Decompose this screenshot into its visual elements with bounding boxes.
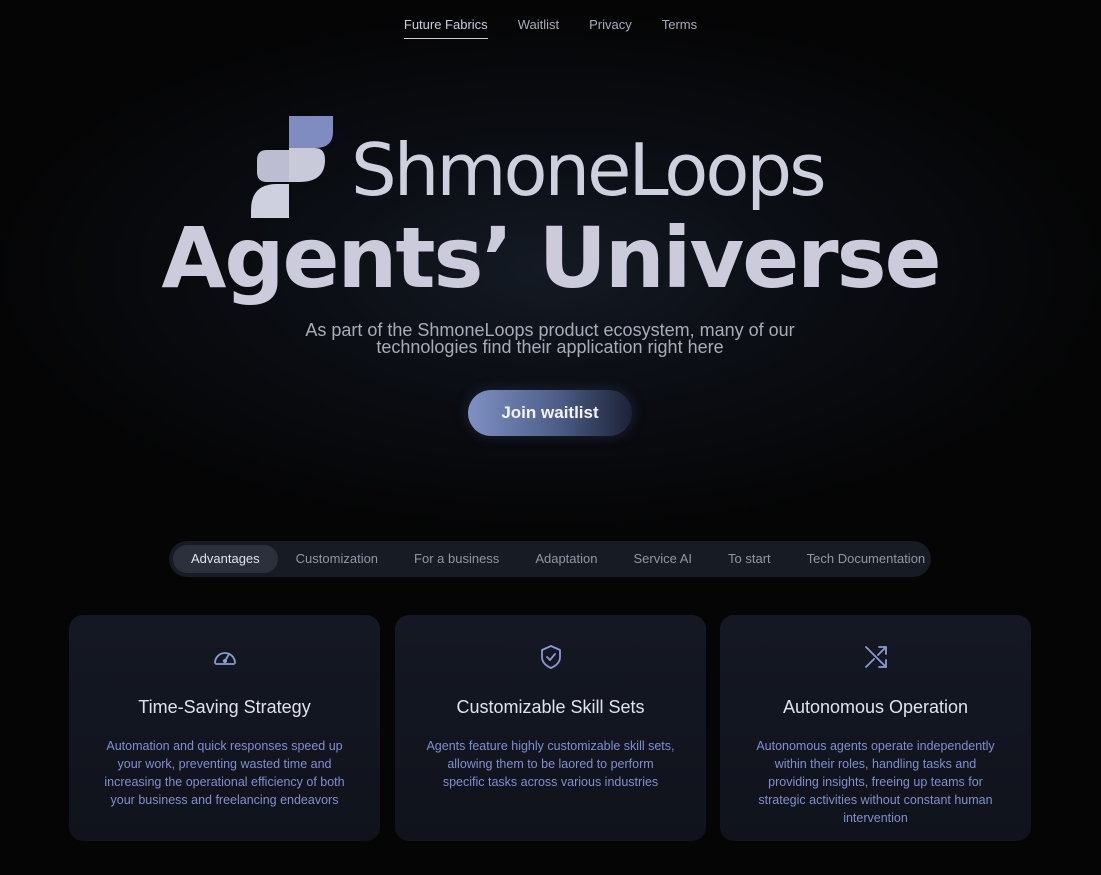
- speedometer-icon: [213, 652, 236, 665]
- join-waitlist-button[interactable]: Join waitlist: [468, 390, 632, 436]
- tab-service-ai[interactable]: Service AI: [615, 545, 710, 573]
- tab-advantages[interactable]: Advantages: [173, 545, 278, 573]
- card-description: Autonomous agents operate independently …: [756, 739, 995, 825]
- hero-title: Agents’ Universe: [161, 209, 941, 307]
- nav-link-future-fabrics[interactable]: Future Fabrics: [403, 17, 488, 39]
- feature-card-autonomous: Autonomous Operation Autonomous agents o…: [720, 615, 1031, 841]
- shuffle-icon: [864, 646, 887, 668]
- top-nav: Future Fabrics Waitlist Privacy Terms: [0, 17, 1101, 39]
- page: Future Fabrics Waitlist Privacy Terms Sh…: [0, 0, 1101, 875]
- nav-link-privacy[interactable]: Privacy: [589, 17, 632, 39]
- card-description: Automation and quick responses speed up …: [104, 739, 345, 807]
- shield-check-icon: [540, 645, 561, 669]
- tab-to-start[interactable]: To start: [710, 545, 789, 573]
- brand-logo: ShmoneLoops: [249, 114, 827, 218]
- feature-card-skill-sets: Customizable Skill Sets Agents feature h…: [395, 615, 706, 841]
- card-title: Customizable Skill Sets: [456, 697, 645, 717]
- card-description: Agents feature highly customizable skill…: [426, 739, 675, 789]
- hero-subtitle: As part of the ShmoneLoops product ecosy…: [305, 320, 795, 357]
- tab-for-a-business[interactable]: For a business: [396, 545, 517, 573]
- feature-card-time-saving: Time-Saving Strategy Automation and quic…: [69, 615, 380, 841]
- tab-tech-documentation[interactable]: Tech Documentation: [789, 545, 944, 573]
- brand-name: ShmoneLoops: [351, 128, 827, 212]
- feature-tabs: Advantages Customization For a business …: [169, 541, 931, 577]
- card-title: Autonomous Operation: [782, 697, 969, 717]
- brand-logo-mark-icon: [251, 116, 333, 218]
- tab-customization[interactable]: Customization: [278, 545, 396, 573]
- tab-adaptation[interactable]: Adaptation: [517, 545, 615, 573]
- nav-link-terms[interactable]: Terms: [662, 17, 697, 39]
- nav-link-waitlist[interactable]: Waitlist: [518, 17, 559, 39]
- card-title: Time-Saving Strategy: [138, 697, 311, 717]
